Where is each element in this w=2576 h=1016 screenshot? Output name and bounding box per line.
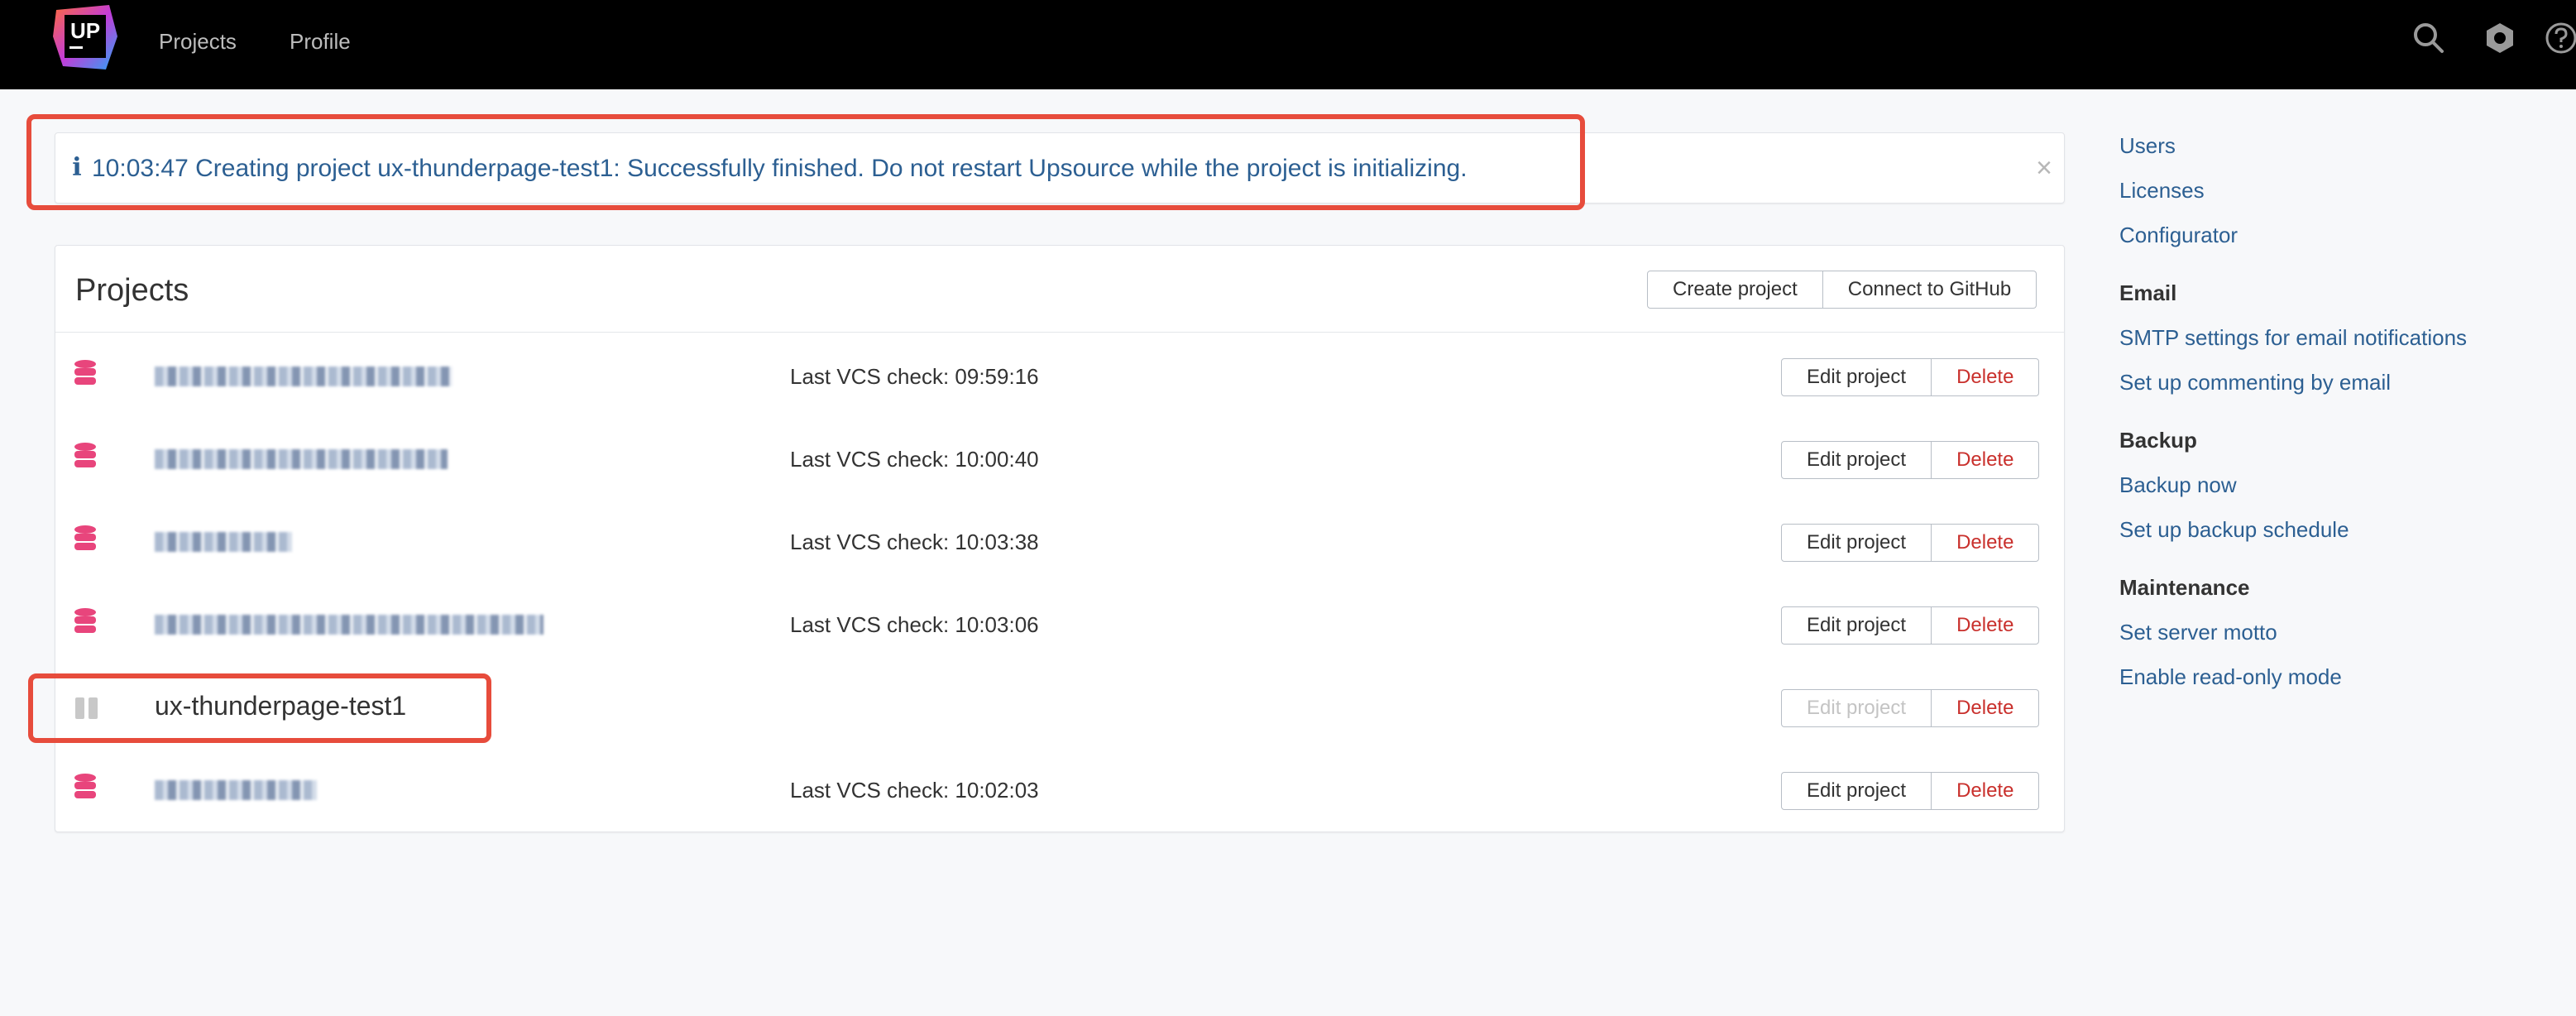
last-vcs-check: Last VCS check: 10:00:40 <box>790 447 1039 472</box>
upsource-logo-icon[interactable]: UP <box>51 3 119 71</box>
last-vcs-check: Last VCS check: 10:03:06 <box>790 612 1039 637</box>
delete-button[interactable]: Delete <box>1932 606 2040 645</box>
project-name[interactable] <box>155 532 292 552</box>
database-icon <box>74 443 96 467</box>
delete-button[interactable]: Delete <box>1932 441 2040 479</box>
edit-project-button[interactable]: Edit project <box>1781 441 1932 479</box>
top-navigation-bar: UP Projects Profile <box>0 0 2576 89</box>
last-vcs-check: Last VCS check: 09:59:16 <box>790 364 1039 389</box>
edit-project-button[interactable]: Edit project <box>1781 524 1932 562</box>
edit-project-button[interactable]: Edit project <box>1781 772 1932 810</box>
sidebar-heading-maintenance: Maintenance <box>2119 575 2250 600</box>
sidebar-heading-email: Email <box>2119 280 2177 305</box>
project-row: Last VCS check: 10:00:40 Edit project De… <box>55 418 2064 501</box>
project-row: Last VCS check: 10:03:06 Edit project De… <box>55 583 2064 666</box>
delete-button[interactable]: Delete <box>1932 358 2040 396</box>
project-row: Last VCS check: 10:02:03 Edit project De… <box>55 749 2064 831</box>
row-actions: Edit project Delete <box>1781 689 2040 727</box>
delete-button[interactable]: Delete <box>1932 524 2040 562</box>
delete-button[interactable]: Delete <box>1932 772 2040 810</box>
divider <box>55 332 2064 333</box>
sidebar-link-licenses[interactable]: Licenses <box>2119 175 2205 205</box>
help-icon[interactable] <box>2543 20 2576 56</box>
project-row: Last VCS check: 09:59:16 Edit project De… <box>55 335 2064 418</box>
last-vcs-check: Last VCS check: 10:02:03 <box>790 778 1039 803</box>
row-actions: Edit project Delete <box>1781 606 2040 645</box>
project-name[interactable] <box>155 780 317 800</box>
nav-profile[interactable]: Profile <box>290 25 351 58</box>
delete-button[interactable]: Delete <box>1932 689 2040 727</box>
connect-github-button[interactable]: Connect to GitHub <box>1822 271 2037 309</box>
svg-text:UP: UP <box>70 18 100 43</box>
projects-actions: Create project Connect to GitHub <box>1647 271 2037 309</box>
sidebar-link-server-motto[interactable]: Set server motto <box>2119 617 2277 647</box>
edit-project-button[interactable]: Edit project <box>1781 358 1932 396</box>
edit-project-button[interactable]: Edit project <box>1781 606 1932 645</box>
project-name[interactable] <box>155 615 543 635</box>
project-name[interactable] <box>155 449 448 469</box>
page-title: Projects <box>75 273 189 308</box>
projects-panel: Projects Create project Connect to GitHu… <box>55 245 2065 832</box>
sidebar-link-smtp[interactable]: SMTP settings for email notifications <box>2119 323 2467 352</box>
edit-project-button: Edit project <box>1781 689 1932 727</box>
database-icon <box>74 525 96 550</box>
sidebar-link-backup-schedule[interactable]: Set up backup schedule <box>2119 515 2349 544</box>
close-icon[interactable]: × <box>2029 151 2059 185</box>
highlight-new-project <box>28 673 491 743</box>
database-icon <box>74 360 96 385</box>
database-icon <box>74 774 96 798</box>
nav-projects[interactable]: Projects <box>159 25 237 58</box>
sidebar-link-configurator[interactable]: Configurator <box>2119 220 2238 250</box>
sidebar-link-commenting-email[interactable]: Set up commenting by email <box>2119 367 2391 397</box>
project-name[interactable] <box>155 367 452 386</box>
row-actions: Edit project Delete <box>1781 772 2040 810</box>
highlight-notification <box>26 114 1585 210</box>
database-icon <box>74 608 96 633</box>
sidebar-link-users[interactable]: Users <box>2119 131 2176 161</box>
sidebar-link-read-only[interactable]: Enable read-only mode <box>2119 662 2342 692</box>
create-project-button[interactable]: Create project <box>1647 271 1823 309</box>
sidebar-link-backup-now[interactable]: Backup now <box>2119 470 2237 500</box>
search-icon[interactable] <box>2411 20 2447 56</box>
last-vcs-check: Last VCS check: 10:03:38 <box>790 530 1039 554</box>
project-row: Last VCS check: 10:03:38 Edit project De… <box>55 501 2064 583</box>
row-actions: Edit project Delete <box>1781 358 2040 396</box>
gear-icon[interactable] <box>2482 20 2518 56</box>
sidebar-heading-backup: Backup <box>2119 428 2197 453</box>
row-actions: Edit project Delete <box>1781 441 2040 479</box>
row-actions: Edit project Delete <box>1781 524 2040 562</box>
